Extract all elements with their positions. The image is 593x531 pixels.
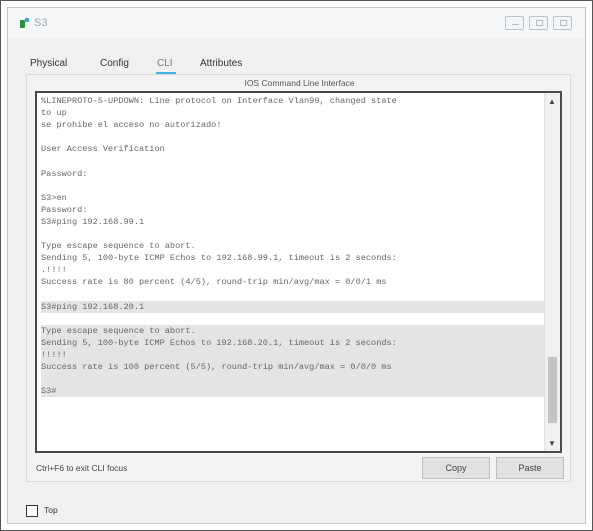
tab-physical[interactable]: Physical bbox=[30, 58, 67, 69]
device-window: S3 Physical Config CLI Attributes IOS Co… bbox=[7, 7, 586, 524]
terminal-line: S3#ping 192.168.99.1 bbox=[41, 216, 145, 227]
paste-button[interactable]: Paste bbox=[496, 457, 564, 479]
cli-terminal[interactable]: %LINEPROTO-5-UPDOWN: Line protocol on In… bbox=[35, 91, 562, 453]
terminal-line: S3>en bbox=[41, 192, 67, 203]
tab-cli[interactable]: CLI bbox=[157, 58, 173, 69]
terminal-scrollbar[interactable]: ▲ ▼ bbox=[544, 93, 560, 451]
minimize-button[interactable] bbox=[505, 16, 524, 30]
title-bar: S3 bbox=[8, 8, 585, 38]
scroll-down-icon[interactable]: ▼ bbox=[548, 439, 556, 448]
tab-config[interactable]: Config bbox=[100, 58, 129, 69]
terminal-line: S3#ping 192.168.20.1 bbox=[41, 300, 545, 313]
minimize-icon bbox=[512, 24, 519, 25]
terminal-line: %LINEPROTO-5-UPDOWN: Line protocol on In… bbox=[41, 96, 397, 106]
terminal-line: to up bbox=[41, 108, 67, 119]
terminal-line: Success rate is 80 percent (4/5), round-… bbox=[41, 277, 387, 288]
terminal-line: !!!!! bbox=[41, 348, 545, 362]
terminal-line: Sending 5, 100-byte ICMP Echos to 192.16… bbox=[41, 336, 545, 349]
cli-focus-hint: Ctrl+F6 to exit CLI focus bbox=[36, 463, 128, 473]
window-title: S3 bbox=[34, 17, 48, 29]
terminal-line: .!!!! bbox=[41, 265, 67, 276]
close-button[interactable] bbox=[553, 16, 572, 30]
terminal-line: Sending 5, 100-byte ICMP Echos to 192.16… bbox=[41, 253, 397, 264]
terminal-line: se prohibe el acceso no autorizado! bbox=[41, 120, 222, 131]
top-label: Top bbox=[44, 505, 58, 515]
terminal-line: Type escape sequence to abort. bbox=[41, 324, 545, 337]
top-checkbox[interactable] bbox=[26, 505, 38, 517]
restore-button[interactable] bbox=[529, 16, 548, 30]
restore-icon bbox=[536, 20, 543, 26]
cli-panel: IOS Command Line Interface %LINEPROTO-5-… bbox=[26, 74, 571, 482]
terminal-line bbox=[41, 373, 545, 386]
close-icon bbox=[560, 20, 567, 26]
terminal-line: Success rate is 100 percent (5/5), round… bbox=[41, 361, 545, 374]
terminal-line: Password: bbox=[41, 204, 88, 215]
packet-tracer-icon bbox=[20, 18, 30, 28]
terminal-line: Password: bbox=[41, 168, 88, 179]
terminal-line: Type escape sequence to abort. bbox=[41, 241, 196, 252]
copy-button[interactable]: Copy bbox=[422, 457, 490, 479]
terminal-output: %LINEPROTO-5-UPDOWN: Line protocol on In… bbox=[41, 95, 545, 398]
terminal-line: User Access Verification bbox=[41, 144, 165, 155]
scroll-up-icon[interactable]: ▲ bbox=[548, 97, 556, 106]
section-title: IOS Command Line Interface bbox=[244, 78, 355, 88]
tab-attributes[interactable]: Attributes bbox=[200, 58, 242, 69]
terminal-line: S3# bbox=[41, 385, 545, 398]
scrollbar-thumb[interactable] bbox=[548, 357, 557, 423]
